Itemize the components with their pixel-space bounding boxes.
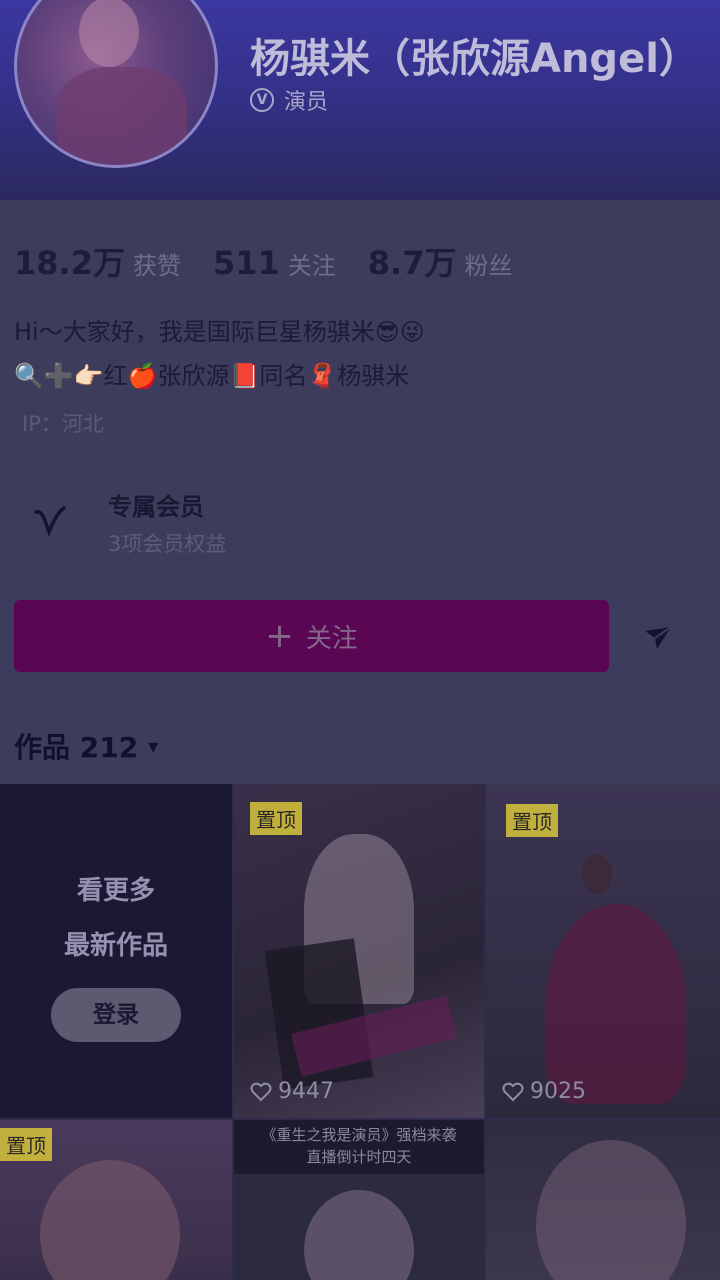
avatar[interactable]	[14, 0, 218, 168]
like-count-value: 9447	[278, 1079, 334, 1104]
stat-likes-value: 18.2万	[14, 244, 125, 282]
caret-down-icon: ▾	[148, 734, 159, 758]
pinned-badge: 置顶	[506, 804, 558, 837]
avatar-face	[79, 0, 139, 67]
stat-following-label: 关注	[287, 252, 336, 280]
like-count: 9447	[250, 1079, 334, 1104]
thumbnail-dress	[546, 904, 686, 1104]
stat-following[interactable]: 511 关注	[213, 244, 336, 282]
ip-location: IP：河北	[22, 412, 104, 436]
profile-name: 杨骐米（张欣源Angel）	[250, 36, 699, 82]
works-header[interactable]: 作品 212 ▾	[14, 726, 158, 766]
thumbnail-face	[536, 1140, 686, 1280]
video-tile[interactable]: 置顶 9447	[234, 784, 484, 1118]
stat-followers-label: 粉丝	[464, 252, 513, 280]
thumbnail-head	[582, 854, 612, 894]
more-works-line-1: 看更多	[76, 876, 155, 906]
heart-icon	[250, 1082, 272, 1101]
verified-icon: V	[250, 88, 274, 112]
thumbnail-face	[40, 1160, 180, 1280]
bio: Hi～大家好，我是国际巨星杨骐米😎😜 🔍➕👉🏻红🍎张欣源📕同名🧣杨骐米	[14, 310, 425, 398]
video-tile[interactable]: 置顶	[0, 1120, 232, 1280]
thumbnail-caption: 《重生之我是演员》强档来袭 直播倒计时四天	[234, 1120, 484, 1174]
profile-role: V 演员	[250, 84, 328, 116]
bio-line-2: 🔍➕👉🏻红🍎张欣源📕同名🧣杨骐米	[14, 362, 410, 390]
role-label: 演员	[284, 90, 329, 115]
more-works-prompt: 看更多 最新作品 登录	[0, 870, 232, 1042]
stat-likes[interactable]: 18.2万 获赞	[14, 238, 181, 284]
video-tile[interactable]	[486, 1120, 720, 1280]
video-tile[interactable]: 《重生之我是演员》强档来袭 直播倒计时四天	[234, 1120, 484, 1280]
stat-likes-label: 获赞	[132, 252, 181, 280]
follow-label: 关注	[305, 623, 358, 654]
bio-line-1: Hi～大家好，我是国际巨星杨骐米😎😜	[14, 318, 425, 346]
like-count: 9025	[502, 1079, 586, 1104]
avatar-figure	[57, 67, 187, 165]
works-grid: 看更多 最新作品 登录 置顶 9447 置顶 9025 置顶 《重生之我是演员》…	[0, 784, 720, 1280]
pinned-badge: 置顶	[250, 802, 302, 835]
stats-row: 18.2万 获赞 511 关注 8.7万 粉丝	[14, 238, 512, 284]
send-icon[interactable]	[638, 618, 678, 658]
follow-button[interactable]: + 关注	[14, 600, 609, 672]
vip-membership[interactable]: 专属会员 3项会员权益	[14, 472, 614, 572]
heart-icon	[502, 1082, 524, 1101]
vip-subtitle: 3项会员权益	[108, 531, 227, 556]
works-title: 作品 212	[14, 731, 139, 764]
more-works-line-2: 最新作品	[63, 931, 168, 961]
more-works-tile: 看更多 最新作品 登录	[0, 784, 232, 1118]
vip-text: 专属会员 3项会员权益	[108, 487, 226, 558]
vip-title: 专属会员	[108, 492, 204, 521]
stat-following-value: 511	[212, 244, 280, 282]
v-logo-icon	[14, 486, 86, 558]
stat-followers-value: 8.7万	[367, 244, 457, 282]
video-tile[interactable]: 置顶 9025	[486, 784, 720, 1118]
like-count-value: 9025	[530, 1079, 586, 1104]
login-button[interactable]: 登录	[51, 988, 181, 1042]
plus-icon: +	[265, 616, 294, 656]
thumbnail-face	[304, 1190, 414, 1280]
pinned-badge: 置顶	[0, 1128, 52, 1161]
profile-header: 杨骐米（张欣源Angel） V 演员	[0, 0, 720, 200]
stat-followers[interactable]: 8.7万 粉丝	[368, 238, 513, 284]
